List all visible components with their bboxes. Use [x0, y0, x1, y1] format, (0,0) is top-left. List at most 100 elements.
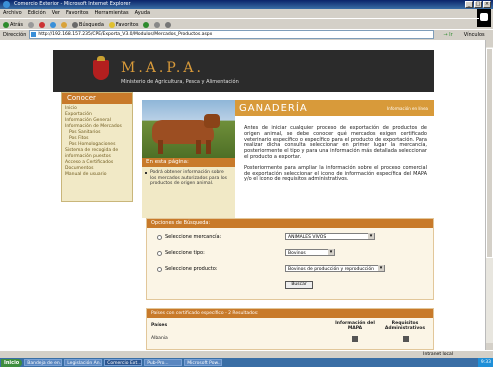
print-button[interactable]	[165, 21, 172, 28]
result-row-country[interactable]: Albania	[151, 336, 168, 341]
forward-button[interactable]	[28, 21, 35, 28]
menu-tools[interactable]: Herramientas	[95, 9, 129, 18]
menu-favorites[interactable]: Favoritos	[66, 9, 89, 18]
intro-paragraph: Antes de iniciar cualquier proceso de ex…	[244, 125, 427, 160]
refresh-icon	[50, 21, 57, 28]
producto-row: Seleccione producto:	[157, 266, 217, 272]
scroll-thumb[interactable]	[486, 48, 493, 258]
scroll-up-button[interactable]	[486, 40, 493, 47]
cow-leg	[158, 140, 163, 154]
minimize-button[interactable]: _	[465, 1, 473, 8]
stop-button[interactable]	[39, 21, 46, 28]
intro-paragraph: Posteriormente para ampliar la informaci…	[244, 164, 427, 183]
menu-view[interactable]: Ver	[52, 9, 60, 18]
sidebar-item[interactable]: Sistema de recogida de información puest…	[65, 148, 132, 160]
sidebar-item[interactable]: Manual de usuario	[65, 172, 132, 178]
requisitos-icon[interactable]	[403, 336, 409, 342]
cow-head	[204, 114, 220, 128]
section-subtitle: Información en línea	[387, 106, 428, 111]
buscar-button[interactable]: Buscar	[285, 281, 313, 289]
address-input[interactable]: http://192.168.157.235/CPE/Exporta_V3.0/…	[29, 30, 435, 39]
col-header-info: Información del MAPA	[335, 321, 375, 331]
search-icon	[72, 21, 79, 28]
cow-leg	[196, 140, 201, 154]
taskbar: Inicio Bandeja de en... Legislación An..…	[0, 358, 493, 367]
menu-file[interactable]: Archivo	[3, 9, 22, 18]
sidebar-nav: Conocer Inicio Exportación Información G…	[61, 92, 133, 202]
producto-label: Seleccione producto:	[165, 266, 218, 272]
window-controls: _ □ ×	[465, 1, 491, 8]
stop-icon	[39, 21, 46, 28]
taskbar-item[interactable]: Pub-Pro...	[144, 359, 183, 366]
en-esta-pagina-box: En esta página: Podrá obtener informació…	[142, 158, 235, 218]
window-title-bar: Comercio Exterior - Microsoft Internet E…	[0, 0, 493, 9]
results-title: Países con certificado específico - 2 Re…	[147, 309, 433, 318]
col-header-country: Países	[151, 323, 168, 328]
taskbar-item[interactable]: Legislación An...	[64, 359, 103, 366]
mercancia-row: Seleccione mercancía:	[157, 234, 221, 240]
window-title: Comercio Exterior - Microsoft Internet E…	[14, 1, 131, 7]
history-icon	[143, 21, 150, 28]
tipo-radio[interactable]	[157, 250, 162, 256]
address-label: Dirección	[3, 31, 27, 38]
col-header-requisitos: Requisitos Administrativos	[384, 321, 426, 331]
favorites-button[interactable]: Favoritos	[108, 21, 138, 28]
results-panel: Países con certificado específico - 2 Re…	[146, 308, 434, 350]
status-bar: Intranet local	[0, 350, 493, 358]
mercancia-radio[interactable]	[157, 234, 162, 240]
mail-button[interactable]	[154, 21, 161, 28]
en-esta-pagina-title: En esta página:	[142, 158, 235, 167]
site-logo[interactable]: M.A.P.A.	[121, 60, 204, 76]
star-icon	[108, 21, 115, 28]
producto-select[interactable]: Bovinos de producción y reproducción	[285, 265, 385, 272]
intro-text: Antes de iniciar cualquier proceso de ex…	[244, 125, 427, 188]
info-icon[interactable]	[352, 336, 358, 342]
section-title: GANADERÍA	[239, 103, 308, 114]
back-button[interactable]: Atrás	[3, 21, 23, 28]
close-button[interactable]: ×	[483, 1, 491, 8]
taskbar-item[interactable]: Bandeja de en...	[24, 359, 63, 366]
refresh-button[interactable]	[50, 21, 57, 28]
tipo-label: Seleccione tipo:	[165, 250, 205, 256]
taskbar-item[interactable]: Comercio Ext...	[104, 359, 143, 366]
coat-of-arms-icon	[93, 56, 109, 80]
maximize-button[interactable]: □	[474, 1, 482, 8]
search-button[interactable]: Búsqueda	[72, 21, 104, 28]
web-page: M.A.P.A. Ministerio de Agricultura, Pesc…	[53, 50, 434, 350]
mercancia-label: Seleccione mercancía:	[165, 234, 222, 240]
cow-leg	[206, 140, 211, 154]
menu-bar: Archivo Edición Ver Favoritos Herramient…	[0, 9, 493, 18]
start-button[interactable]: Inicio	[1, 358, 23, 367]
search-options-panel: Opciones de Búsqueda: Seleccione mercanc…	[146, 218, 434, 300]
windows-logo-icon	[477, 9, 491, 27]
mercancia-select[interactable]: ANIMALES VIVOS	[285, 233, 375, 240]
tipo-select[interactable]: Bovinos	[285, 249, 335, 256]
cattle-photo	[142, 100, 235, 158]
home-button[interactable]	[61, 21, 68, 28]
ie-icon	[3, 1, 10, 8]
menu-edit[interactable]: Edición	[28, 9, 46, 18]
en-esta-pagina-text: Podrá obtener información sobre los merc…	[142, 167, 235, 187]
back-arrow-icon	[3, 21, 9, 28]
sidebar-list: Inicio Exportación Información General I…	[62, 104, 132, 178]
page-viewport: M.A.P.A. Ministerio de Agricultura, Pesc…	[0, 40, 485, 350]
home-icon	[61, 21, 68, 28]
system-clock: 9:33	[477, 358, 493, 367]
printer-icon	[165, 21, 172, 28]
address-bar: Dirección http://192.168.157.235/CPE/Exp…	[0, 29, 493, 39]
site-banner: M.A.P.A. Ministerio de Agricultura, Pesc…	[53, 50, 434, 92]
search-options-title: Opciones de Búsqueda:	[147, 219, 433, 228]
mail-icon	[154, 21, 161, 28]
forward-arrow-icon	[28, 21, 35, 28]
history-button[interactable]	[143, 21, 150, 28]
ministry-name: Ministerio de Agricultura, Pesca y Alime…	[121, 79, 239, 85]
section-header: GANADERÍA Información en línea	[235, 100, 434, 116]
producto-radio[interactable]	[157, 266, 162, 272]
go-button[interactable]: → Ir	[437, 32, 452, 38]
menu-help[interactable]: Ayuda	[135, 9, 150, 18]
scroll-down-button[interactable]	[486, 343, 493, 350]
links-button[interactable]: Vínculos	[464, 32, 485, 38]
tipo-row: Seleccione tipo:	[157, 250, 205, 256]
vertical-scrollbar[interactable]	[485, 40, 493, 350]
taskbar-item[interactable]: Microsoft Pow...	[184, 359, 223, 366]
